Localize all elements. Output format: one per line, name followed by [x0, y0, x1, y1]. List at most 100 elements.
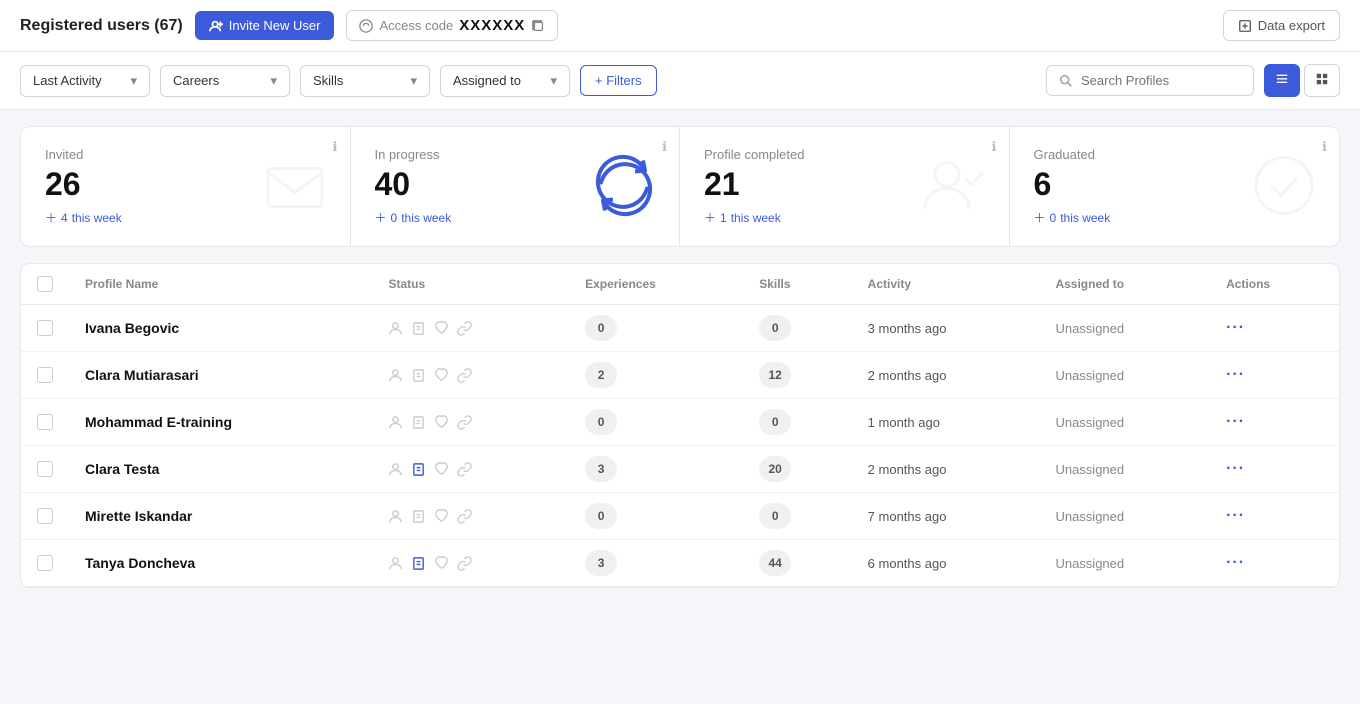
user-status-icon[interactable] — [388, 321, 403, 336]
col-skills: Skills — [743, 264, 851, 305]
access-code-icon — [359, 19, 373, 33]
experiences-badge: 2 — [585, 362, 617, 388]
more-actions-button[interactable]: ··· — [1226, 460, 1245, 478]
col-assigned-to: Assigned to — [1039, 264, 1210, 305]
invite-new-user-button[interactable]: Invite New User — [195, 11, 335, 40]
more-actions-button[interactable]: ··· — [1226, 554, 1245, 572]
profile-name-cell: Mirette Iskandar — [69, 493, 372, 540]
skills-filter[interactable]: Skills ▾ — [300, 65, 430, 97]
more-actions-button[interactable]: ··· — [1226, 366, 1245, 384]
skills-badge: 0 — [759, 315, 791, 341]
document-status-icon[interactable] — [411, 415, 426, 430]
copy-icon[interactable] — [531, 19, 545, 33]
activity-cell: 7 months ago — [852, 493, 1040, 540]
document-status-icon[interactable] — [411, 556, 426, 571]
assigned-to-text: Unassigned — [1055, 415, 1124, 430]
heart-status-icon[interactable] — [434, 462, 449, 477]
heart-status-icon[interactable] — [434, 556, 449, 571]
skills-cell: 12 — [743, 352, 851, 399]
search-input[interactable] — [1081, 73, 1241, 88]
col-status: Status — [372, 264, 569, 305]
document-status-icon[interactable] — [411, 509, 426, 524]
assigned-to-filter[interactable]: Assigned to ▾ — [440, 65, 570, 97]
careers-filter[interactable]: Careers ▾ — [160, 65, 290, 97]
user-status-icon[interactable] — [388, 415, 403, 430]
table-row: Clara Testa — [21, 446, 1339, 493]
status-icons — [388, 368, 553, 383]
activity-text: 2 months ago — [868, 462, 947, 477]
assigned-to-cell: Unassigned — [1039, 352, 1210, 399]
activity-cell: 6 months ago — [852, 540, 1040, 587]
heart-status-icon[interactable] — [434, 509, 449, 524]
skills-cell: 0 — [743, 305, 851, 352]
user-status-icon[interactable] — [388, 368, 403, 383]
user-status-icon[interactable] — [388, 462, 403, 477]
row-checkbox[interactable] — [37, 320, 53, 336]
experiences-badge: 0 — [585, 503, 617, 529]
stat-invited: ℹ Invited 26 ＋ 4 this week — [21, 127, 351, 246]
assigned-to-text: Unassigned — [1055, 509, 1124, 524]
more-filters-button[interactable]: + Filters — [580, 65, 657, 96]
users-table: Profile Name Status Experiences Skills A… — [20, 263, 1340, 588]
actions-cell: ··· — [1210, 493, 1339, 540]
experiences-cell: 0 — [569, 399, 743, 446]
link-status-icon[interactable] — [457, 509, 472, 524]
link-status-icon[interactable] — [457, 556, 472, 571]
status-cell — [372, 399, 569, 446]
heart-status-icon[interactable] — [434, 321, 449, 336]
link-status-icon[interactable] — [457, 321, 472, 336]
actions-cell: ··· — [1210, 540, 1339, 587]
stats-row: ℹ Invited 26 ＋ 4 this week ℹ In progress… — [20, 126, 1340, 247]
more-actions-button[interactable]: ··· — [1226, 319, 1245, 337]
document-status-icon[interactable] — [411, 321, 426, 336]
activity-cell: 2 months ago — [852, 446, 1040, 493]
profile-name: Mirette Iskandar — [85, 508, 192, 524]
info-icon[interactable]: ℹ — [662, 139, 667, 155]
view-toggle — [1264, 64, 1340, 97]
assigned-to-text: Unassigned — [1055, 321, 1124, 336]
info-icon[interactable]: ℹ — [992, 139, 997, 155]
table-row: Mirette Iskandar — [21, 493, 1339, 540]
list-view-button[interactable] — [1264, 64, 1300, 97]
more-actions-button[interactable]: ··· — [1226, 413, 1245, 431]
activity-cell: 1 month ago — [852, 399, 1040, 446]
row-checkbox[interactable] — [37, 508, 53, 524]
status-icons — [388, 509, 553, 524]
row-checkbox[interactable] — [37, 367, 53, 383]
user-status-icon[interactable] — [388, 556, 403, 571]
link-status-icon[interactable] — [457, 415, 472, 430]
info-icon[interactable]: ℹ — [1322, 139, 1327, 155]
grid-view-button[interactable] — [1304, 64, 1340, 97]
skills-cell: 0 — [743, 493, 851, 540]
last-activity-filter[interactable]: Last Activity ▾ — [20, 65, 150, 97]
link-status-icon[interactable] — [457, 368, 472, 383]
experiences-badge: 0 — [585, 315, 617, 341]
profile-name-cell: Tanya Doncheva — [69, 540, 372, 587]
status-cell — [372, 540, 569, 587]
assigned-to-text: Unassigned — [1055, 368, 1124, 383]
document-status-icon[interactable] — [411, 368, 426, 383]
status-cell — [372, 446, 569, 493]
row-checkbox[interactable] — [37, 555, 53, 571]
user-status-icon[interactable] — [388, 509, 403, 524]
link-status-icon[interactable] — [457, 462, 472, 477]
experiences-badge: 3 — [585, 550, 617, 576]
data-export-button[interactable]: Data export — [1223, 10, 1340, 41]
document-status-icon[interactable] — [411, 462, 426, 477]
heart-status-icon[interactable] — [434, 368, 449, 383]
select-all-checkbox[interactable] — [37, 276, 53, 292]
col-actions: Actions — [1210, 264, 1339, 305]
top-bar: Registered users (67) Invite New User Ac… — [0, 0, 1360, 52]
activity-text: 2 months ago — [868, 368, 947, 383]
profile-name-cell: Mohammad E-training — [69, 399, 372, 446]
info-icon[interactable]: ℹ — [333, 139, 338, 155]
more-actions-button[interactable]: ··· — [1226, 507, 1245, 525]
invite-icon — [209, 19, 223, 33]
heart-status-icon[interactable] — [434, 415, 449, 430]
row-checkbox[interactable] — [37, 461, 53, 477]
grid-icon — [1315, 72, 1329, 86]
row-checkbox[interactable] — [37, 414, 53, 430]
envelope-icon — [260, 150, 330, 223]
profile-name: Tanya Doncheva — [85, 555, 195, 571]
status-icons — [388, 462, 553, 477]
